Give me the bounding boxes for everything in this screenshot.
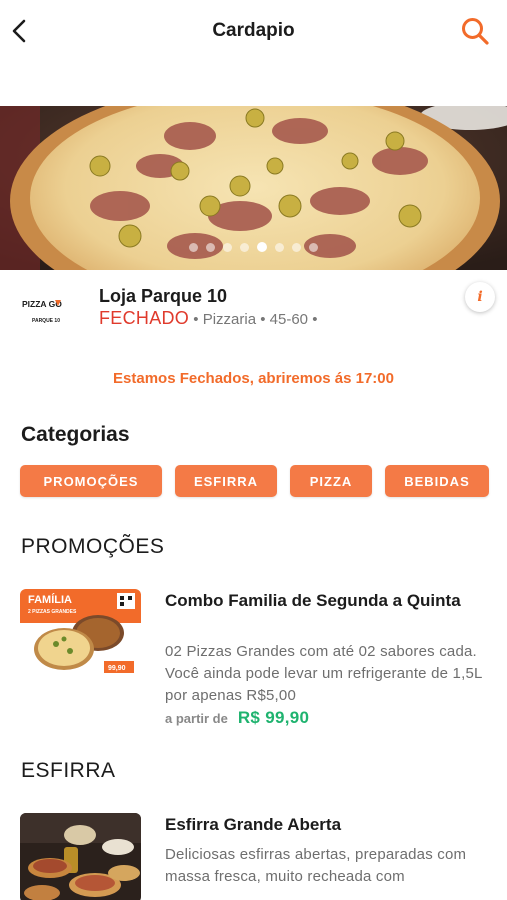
store-banner-carousel[interactable] xyxy=(0,106,507,270)
carousel-dot[interactable] xyxy=(223,242,232,252)
category-chip-promocoes[interactable]: PROMOÇÕES xyxy=(20,465,162,497)
svg-text:PARQUE 10: PARQUE 10 xyxy=(32,318,60,324)
store-status-badge: FECHADO xyxy=(99,308,190,328)
category-chip-bebidas[interactable]: BEBIDAS xyxy=(385,465,489,497)
product-description: 02 Pizzas Grandes com até 02 sabores cad… xyxy=(165,643,482,704)
search-button[interactable] xyxy=(459,15,491,47)
product-image: FAMÍLIA 2 PIZZAS GRANDES 99,90 xyxy=(20,589,141,679)
search-icon xyxy=(462,18,489,45)
svg-text:99,90: 99,90 xyxy=(108,665,126,672)
product-image xyxy=(20,813,141,900)
delivery-time: 45-60 xyxy=(269,311,309,328)
store-meta: FECHADO • Pizzaria • 45-60 • xyxy=(99,308,318,328)
store-info-button[interactable]: i xyxy=(465,282,495,312)
product-price-row: a partir de R$ 99,90 xyxy=(165,708,309,728)
carousel-dot[interactable] xyxy=(257,242,267,252)
store-logo: PIZZA GO PARQUE 10 xyxy=(20,290,80,330)
product-name: Esfirra Grande Aberta xyxy=(165,815,342,834)
store-category: Pizzaria xyxy=(202,311,257,328)
category-chip-pizza[interactable]: PIZZA xyxy=(290,465,372,497)
carousel-indicator[interactable] xyxy=(0,242,507,252)
top-bar: Cardapio xyxy=(0,0,507,64)
carousel-dot[interactable] xyxy=(292,242,301,252)
price-prefix: a partir de xyxy=(165,711,228,726)
closed-message: Estamos Fechados, abriremos ás 17:00 xyxy=(113,370,394,387)
category-chip-esfirra[interactable]: ESFIRRA xyxy=(175,465,277,497)
carousel-dot[interactable] xyxy=(206,242,215,252)
product-price: R$ 99,90 xyxy=(237,708,310,727)
product-description: Deliciosas esfirras abertas, preparadas … xyxy=(165,846,467,885)
carousel-dot[interactable] xyxy=(275,242,284,252)
carousel-dot[interactable] xyxy=(309,242,318,252)
info-icon: i xyxy=(477,289,483,305)
section-title-esfirra: ESFIRRA xyxy=(21,759,116,782)
product-name: Combo Familia de Segunda a Quinta xyxy=(165,591,461,610)
page-title: Cardapio xyxy=(212,20,295,41)
svg-text:2 PIZZAS GRANDES: 2 PIZZAS GRANDES xyxy=(28,609,77,615)
section-title-promocoes: PROMOÇÕES xyxy=(21,535,165,558)
product-card[interactable]: FAMÍLIA 2 PIZZAS GRANDES 99,90 Combo Fam… xyxy=(0,588,507,733)
categories-title: Categorias xyxy=(21,423,130,446)
store-info: PIZZA GO PARQUE 10 Loja Parque 10 FECHAD… xyxy=(0,270,507,340)
store-name: Loja Parque 10 xyxy=(99,286,228,306)
svg-text:FAMÍLIA: FAMÍLIA xyxy=(28,593,72,606)
product-card[interactable]: Esfirra Grande Aberta Deliciosas esfirra… xyxy=(0,812,507,900)
carousel-dot[interactable] xyxy=(189,242,198,252)
carousel-dot[interactable] xyxy=(240,242,249,252)
